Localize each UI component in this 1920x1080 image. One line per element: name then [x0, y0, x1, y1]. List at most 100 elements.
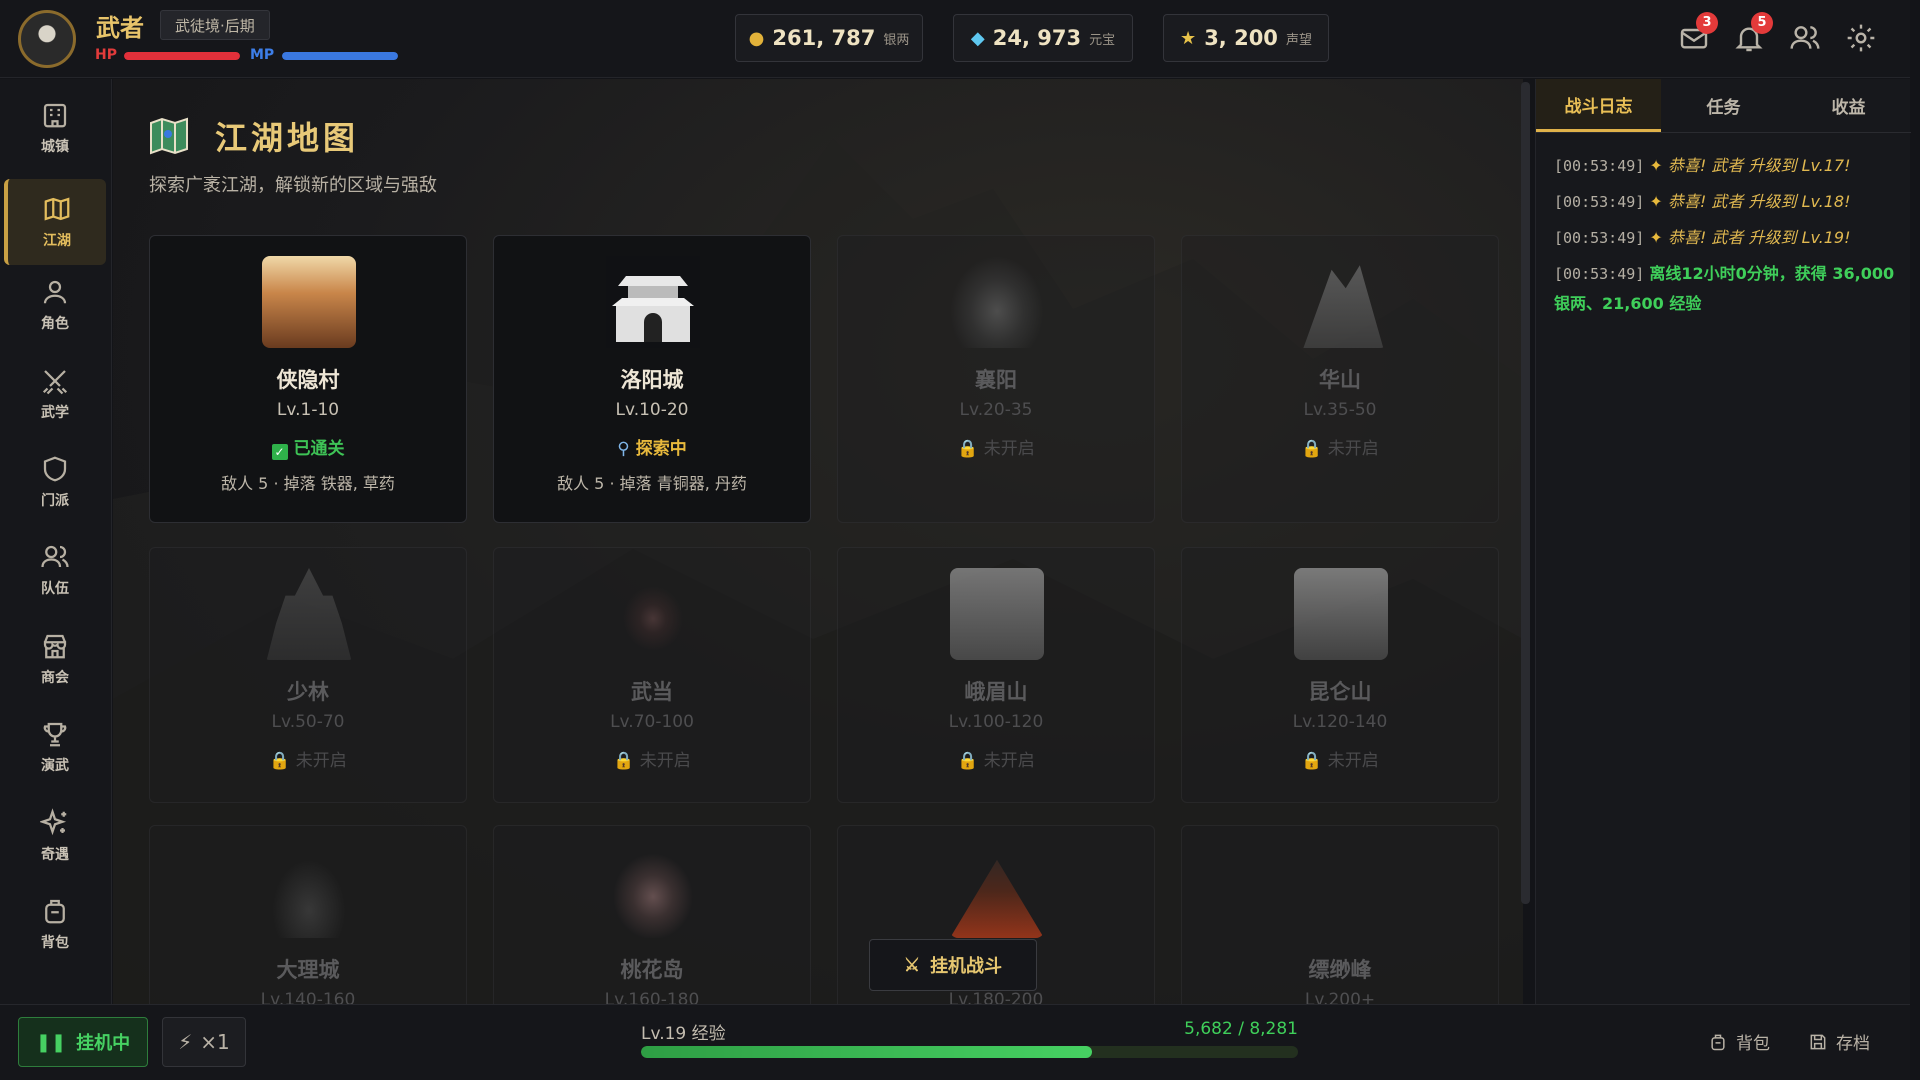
sidebar-item-encounter[interactable]: 奇遇 — [4, 793, 106, 879]
sparkles-icon — [40, 808, 67, 836]
region-level: Lv.20-35 — [959, 400, 1033, 420]
afk-status-button[interactable]: ❚❚ 挂机中 — [18, 1017, 148, 1067]
log-entry: [00:53:49] ✦ 恭喜! 武者 升级到 Lv.18! — [1554, 187, 1899, 217]
region-card-kunlun[interactable]: 昆仑山 Lv.120-140 🔒 未开启 — [1181, 547, 1499, 803]
region-status-text: 未开启 — [1327, 751, 1379, 771]
top-bar: 武者 武徒境·后期 HP MP ● 261, 787 银两 ◆ 24, 973 … — [0, 0, 1910, 78]
mp-fill — [282, 52, 398, 60]
region-card-luoyang[interactable]: 洛阳城 Lv.10-20 ⚲ 探索中 敌人 5 · 掉落 青铜器, 丹药 — [493, 235, 811, 523]
region-level: Lv.50-70 — [271, 712, 345, 732]
pagoda-image — [266, 568, 352, 660]
sidebar-item-backpack[interactable]: 背包 — [4, 881, 106, 967]
store-icon — [43, 634, 67, 659]
region-level: Lv.35-50 — [1303, 400, 1377, 420]
player-avatar[interactable] — [18, 10, 76, 68]
magnifier-icon: ⚲ — [617, 439, 630, 459]
log-entry: [00:53:49] ✦ 恭喜! 武者 升级到 Lv.17! — [1554, 151, 1899, 181]
region-status: ✓ 已通关 — [150, 434, 466, 460]
lock-icon: 🔒 — [1301, 751, 1323, 771]
region-card-piaomiao[interactable]: 缥缈峰 Lv.200+ — [1181, 825, 1499, 1004]
log-entry: [00:53:49] ✦ 恭喜! 武者 升级到 Lv.19! — [1554, 223, 1899, 253]
region-status: ⚲ 探索中 — [494, 434, 810, 459]
building-icon — [43, 103, 67, 128]
region-card-taohua[interactable]: 桃花岛 Lv.160-180 — [493, 825, 811, 1004]
party-popper-icon: ✦ — [1649, 228, 1663, 247]
region-status-text: 未开启 — [983, 439, 1035, 459]
sidebar-item-label: 背包 — [41, 935, 69, 951]
xp-value: 5,682 / 8,281 — [1184, 1019, 1298, 1039]
reputation-value: 3, 200 — [1204, 26, 1278, 50]
log-timestamp: [00:53:49] — [1554, 193, 1645, 211]
mail-button[interactable]: 3 — [1678, 12, 1718, 54]
region-status: 🔒 未开启 — [494, 746, 810, 771]
afk-battle-button[interactable]: ⚔ 挂机战斗 — [869, 939, 1037, 991]
speed-button[interactable]: ⚡︎ ×1 — [162, 1017, 246, 1067]
sidebar-item-jianghu[interactable]: 江湖 — [4, 179, 106, 265]
backpack-button[interactable]: 背包 — [1708, 1029, 1770, 1054]
right-panel-tabs: 战斗日志 任务 收益 — [1536, 79, 1911, 133]
sidebar-item-town[interactable]: 城镇 — [4, 85, 106, 171]
map-icon — [44, 197, 70, 221]
log-timestamp: [00:53:49] — [1554, 229, 1645, 247]
region-card-xiayin[interactable]: 侠隐村 Lv.1-10 ✓ 已通关 敌人 5 · 掉落 铁器, 草药 — [149, 235, 467, 523]
region-card-huashan[interactable]: 华山 Lv.35-50 🔒 未开启 — [1181, 235, 1499, 523]
region-card-wudang[interactable]: 武当 Lv.70-100 🔒 未开启 — [493, 547, 811, 803]
region-status: 🔒 未开启 — [1182, 746, 1498, 771]
star-icon: ★ — [1180, 27, 1197, 49]
region-name: 昆仑山 — [1308, 679, 1372, 704]
xp-bar — [641, 1046, 1298, 1058]
sidebar-item-label: 商会 — [41, 670, 69, 686]
region-name: 少林 — [287, 679, 329, 704]
region-level: Lv.140-160 — [260, 990, 356, 1004]
trophy-icon — [43, 722, 67, 747]
lightning-icon: ⚡︎ — [178, 1030, 193, 1054]
log-entry: [00:53:49] 离线12小时0分钟，获得 36,000 银两、21,600… — [1554, 259, 1899, 319]
notification-button[interactable]: 5 — [1733, 12, 1773, 54]
pause-icon: ❚❚ — [35, 1031, 67, 1053]
tab-quests[interactable]: 任务 — [1661, 79, 1786, 132]
afk-battle-label: 挂机战斗 — [930, 956, 1003, 977]
sidebar-item-label: 角色 — [41, 316, 69, 332]
afk-status-label: 挂机中 — [76, 1033, 131, 1054]
map-scrollbar[interactable] — [1521, 82, 1530, 904]
log-message: 恭喜! 武者 升级到 Lv.19! — [1667, 228, 1851, 247]
sidebar-item-label: 队伍 — [41, 581, 69, 597]
mountain-painting-image — [950, 568, 1044, 660]
tab-earnings[interactable]: 收益 — [1786, 79, 1911, 132]
region-card-xiangyang[interactable]: 襄阳 Lv.20-35 🔒 未开启 — [837, 235, 1155, 523]
sidebar-item-guild[interactable]: 商会 — [4, 616, 106, 702]
sidebar-item-martial-arts[interactable]: 武学 — [4, 351, 106, 437]
region-card-emei[interactable]: 峨眉山 Lv.100-120 🔒 未开启 — [837, 547, 1155, 803]
battle-log: [00:53:49] ✦ 恭喜! 武者 升级到 Lv.17! [00:53:49… — [1554, 151, 1899, 325]
reputation-resource: ★ 3, 200 声望 — [1163, 14, 1329, 62]
map-panel: 江湖地图 探索广袤江湖，解锁新的区域与强敌 侠隐村 Lv.1-10 ✓ 已通关 敌… — [113, 79, 1523, 1004]
settings-button[interactable] — [1845, 22, 1877, 54]
region-status-text: 探索中 — [635, 439, 687, 459]
sidebar-item-label: 武学 — [41, 405, 69, 421]
region-level: Lv.1-10 — [276, 400, 340, 420]
gate-illustration — [606, 256, 700, 348]
sidebar-item-arena[interactable]: 演武 — [4, 704, 106, 790]
friends-button[interactable] — [1789, 22, 1821, 54]
save-button[interactable]: 存档 — [1808, 1029, 1870, 1054]
crossed-swords-icon — [42, 370, 68, 395]
sidebar-item-character[interactable]: 角色 — [4, 262, 106, 348]
reputation-unit: 声望 — [1285, 32, 1312, 48]
users-icon — [1790, 26, 1820, 49]
sidebar-item-sect[interactable]: 门派 — [4, 439, 106, 525]
region-card-dali[interactable]: 大理城 Lv.140-160 — [149, 825, 467, 1004]
region-card-shaolin[interactable]: 少林 Lv.50-70 🔒 未开启 — [149, 547, 467, 803]
sidebar-item-team[interactable]: 队伍 — [4, 527, 106, 613]
sidebar-item-label: 演武 — [41, 758, 69, 774]
village-image — [262, 256, 356, 348]
tab-battle-log[interactable]: 战斗日志 — [1536, 79, 1661, 132]
region-name: 大理城 — [276, 957, 340, 982]
mp-bar — [282, 52, 398, 60]
sidebar-item-label: 奇遇 — [41, 847, 69, 863]
region-name: 襄阳 — [975, 367, 1017, 392]
sidebar-item-label: 城镇 — [41, 139, 69, 155]
region-name: 桃花岛 — [620, 957, 684, 982]
silver-unit: 银两 — [883, 32, 910, 48]
region-name: 华山 — [1319, 367, 1361, 392]
region-status: 🔒 未开启 — [150, 746, 466, 771]
